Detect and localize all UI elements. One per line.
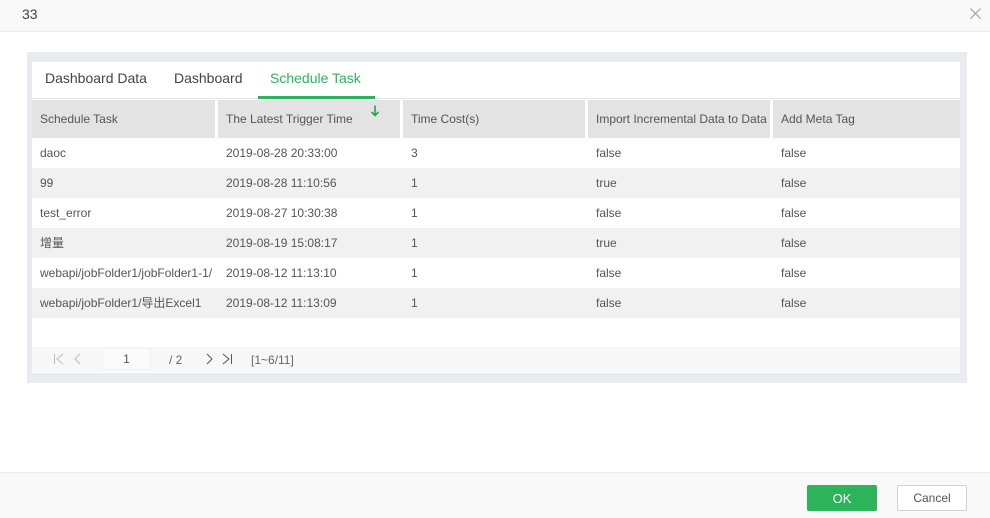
cell-add-meta-tag: false [781,146,807,160]
content-panel: Dashboard Data Dashboard Schedule Task S… [32,62,960,373]
cell-add-meta-tag: false [781,206,807,220]
table-row[interactable]: test_error 2019-08-27 10:30:38 1 false f… [32,198,960,228]
tab-schedule-task[interactable]: Schedule Task [270,70,361,99]
table-row[interactable]: webapi/jobFolder1/导出Excel1 2019-08-12 11… [32,288,960,318]
cell-schedule-task: test_error [40,206,92,220]
column-header-schedule-task[interactable]: Schedule Task [32,100,218,138]
chevron-right-icon [206,353,213,365]
cell-add-meta-tag: false [781,266,807,280]
table-header: Schedule Task The Latest Trigger Time Ti… [32,100,960,138]
cell-import-incremental: true [596,236,617,250]
last-page-icon [222,353,232,365]
first-page-icon [54,353,64,365]
cell-add-meta-tag: false [781,176,807,190]
column-header-latest-trigger-time[interactable]: The Latest Trigger Time [218,100,403,138]
column-header-label: Import Incremental Data to Data [596,112,767,126]
cell-trigger-time: 2019-08-28 20:33:00 [226,146,338,160]
cell-time-cost: 3 [411,146,418,160]
content-frame: Dashboard Data Dashboard Schedule Task S… [27,52,967,383]
active-tab-indicator [258,96,375,99]
cell-import-incremental: true [596,176,617,190]
last-page-button[interactable] [221,353,233,365]
column-header-label: The Latest Trigger Time [226,112,353,126]
cell-trigger-time: 2019-08-27 10:30:38 [226,206,338,220]
cell-time-cost: 1 [411,266,418,280]
cell-trigger-time: 2019-08-28 11:10:56 [226,176,337,190]
cell-time-cost: 1 [411,236,418,250]
column-header-import-incremental[interactable]: Import Incremental Data to Data [588,100,773,138]
table-row[interactable]: 增量 2019-08-19 15:08:17 1 true false [32,228,960,258]
tab-bar: Dashboard Data Dashboard Schedule Task [32,62,960,99]
cell-trigger-time: 2019-08-12 11:13:09 [226,296,337,310]
cell-import-incremental: false [596,146,622,160]
page-number-input[interactable] [102,348,151,370]
table-row[interactable]: 99 2019-08-28 11:10:56 1 true false [32,168,960,198]
arrow-down-icon[interactable] [370,105,380,117]
chevron-left-icon [74,353,81,365]
tab-dashboard-data[interactable]: Dashboard Data [45,70,147,99]
cell-add-meta-tag: false [781,296,807,310]
column-header-label: Schedule Task [40,112,118,126]
column-header-add-meta-tag[interactable]: Add Meta Tag [773,100,960,138]
cell-schedule-task: 99 [40,176,54,190]
close-button[interactable] [966,4,984,22]
cell-schedule-task: daoc [40,146,67,160]
cell-import-incremental: false [596,206,622,220]
column-header-label: Add Meta Tag [781,112,855,126]
table-row[interactable]: webapi/jobFolder1/jobFolder1-1/ 2019-08-… [32,258,960,288]
cell-import-incremental: false [596,296,622,310]
first-page-button[interactable] [53,353,65,365]
column-header-label: Time Cost(s) [411,112,480,126]
dialog-footer: OK Cancel [0,472,990,518]
cell-schedule-task: 增量 [40,236,65,250]
cancel-button[interactable]: Cancel [897,485,967,511]
close-icon [969,7,981,19]
cell-time-cost: 1 [411,206,418,220]
cell-import-incremental: false [596,266,622,280]
pagination: / 2 [1~6/11] [32,347,960,372]
cell-trigger-time: 2019-08-12 11:13:10 [226,266,337,280]
dialog: 33 Dashboard Data Dashboard Schedule Tas… [0,0,990,518]
dialog-title: 33 [22,6,38,22]
record-range: [1~6/11] [251,353,294,367]
ok-button[interactable]: OK [807,485,877,511]
cell-schedule-task: webapi/jobFolder1/导出Excel1 [40,296,202,310]
table-row[interactable]: daoc 2019-08-28 20:33:00 3 false false [32,138,960,168]
dialog-header: 33 [0,0,990,32]
total-pages: / 2 [169,353,183,367]
tab-dashboard[interactable]: Dashboard [174,70,243,99]
cell-time-cost: 1 [411,296,418,310]
cell-time-cost: 1 [411,176,418,190]
prev-page-button[interactable] [72,353,84,365]
cell-add-meta-tag: false [781,236,807,250]
cell-trigger-time: 2019-08-19 15:08:17 [226,236,338,250]
next-page-button[interactable] [203,353,215,365]
cell-schedule-task: webapi/jobFolder1/jobFolder1-1/ [40,266,213,280]
column-header-time-cost[interactable]: Time Cost(s) [403,100,588,138]
